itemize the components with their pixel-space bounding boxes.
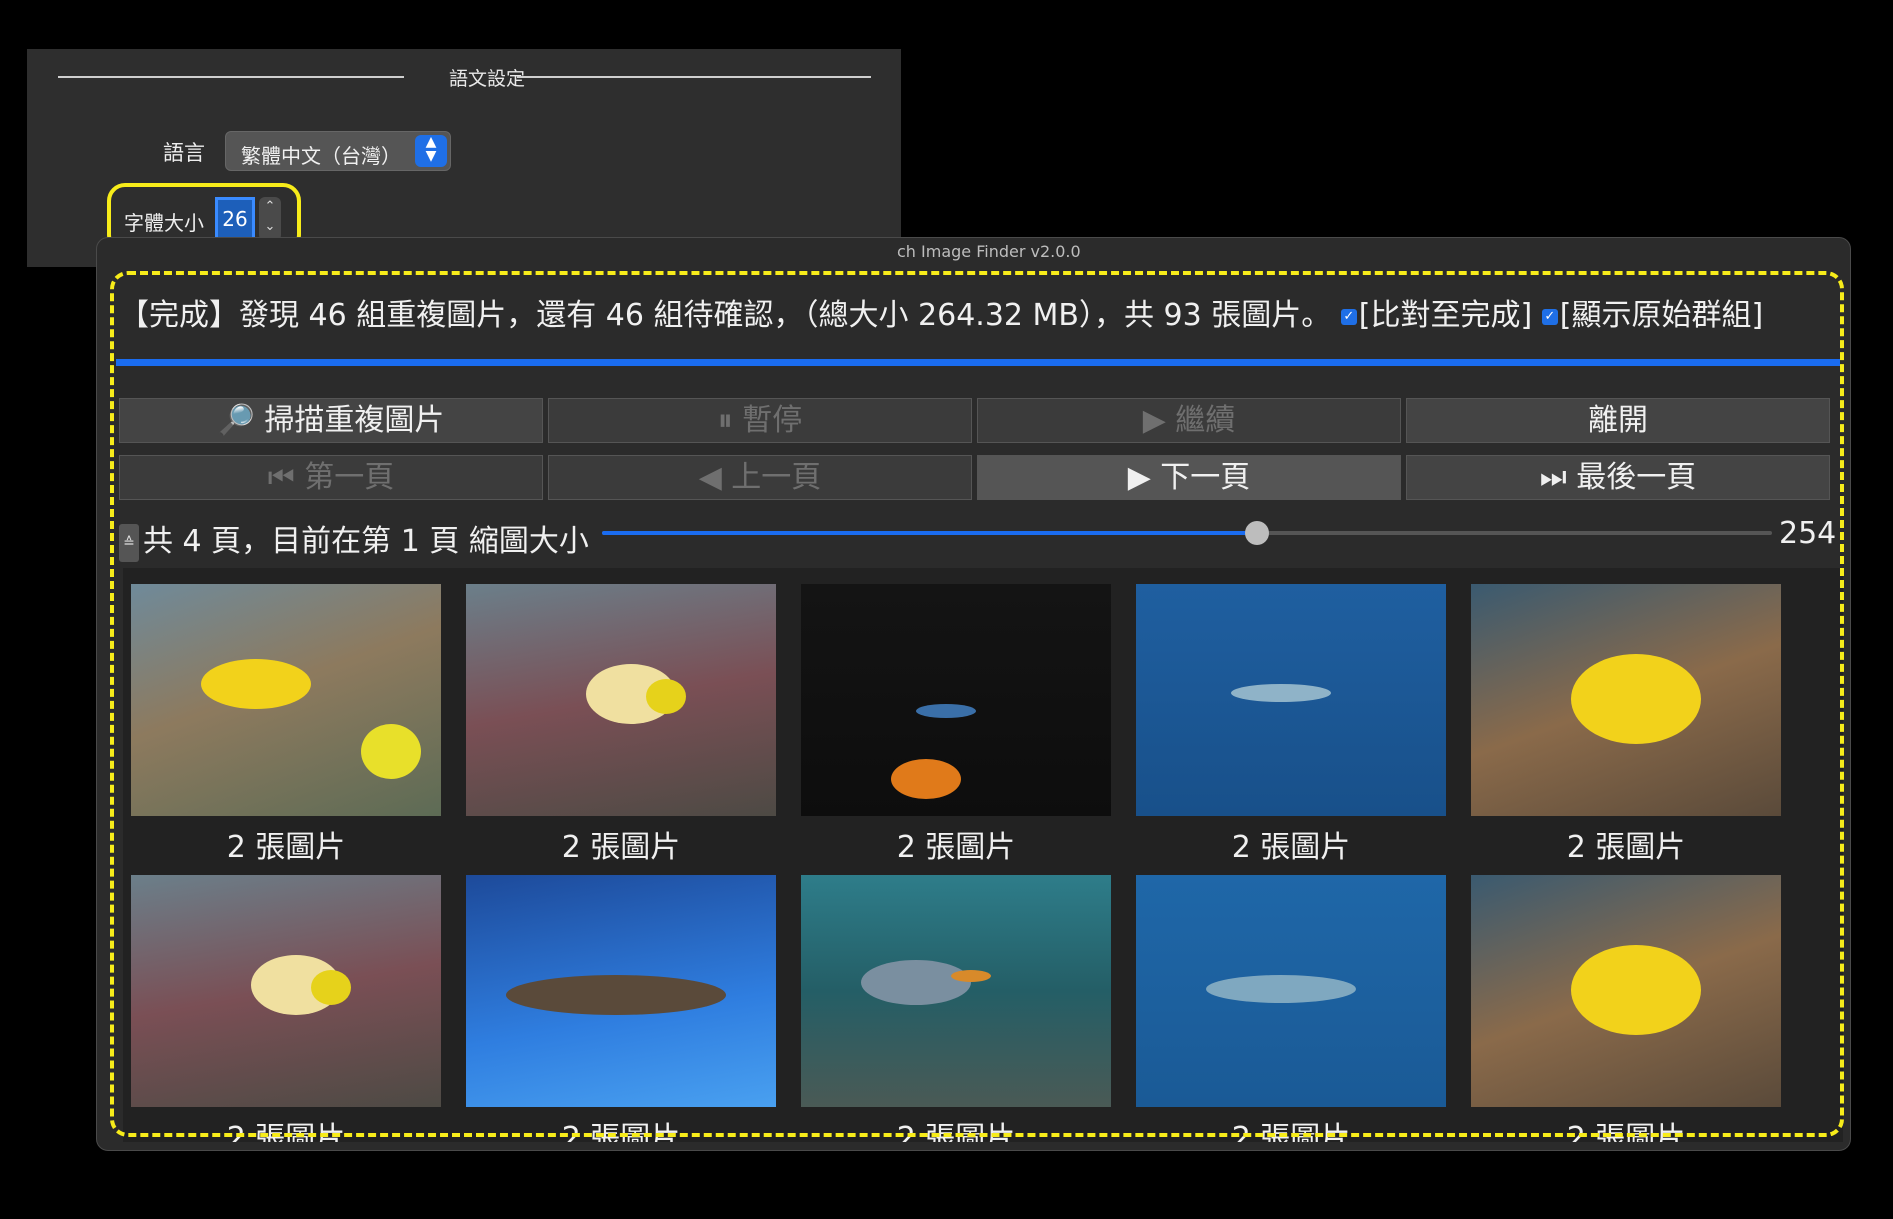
fish-shape (861, 960, 971, 1005)
fish-shape (1571, 945, 1701, 1035)
check-icon: ✓ (1541, 308, 1558, 325)
checkbox-label: [比對至完成] (1358, 298, 1533, 333)
thumbnail-tile[interactable]: 2 張圖片 (1136, 584, 1446, 866)
thumbnail-image[interactable] (1471, 875, 1781, 1107)
check-icon: ✓ (1340, 308, 1357, 325)
fish-shape (1571, 654, 1701, 744)
compare-to-completion-checkbox[interactable]: ✓ [比對至完成] (1340, 298, 1533, 333)
thumbnail-tile[interactable]: 2 張圖片 (131, 875, 441, 1142)
thumbnail-tile[interactable]: 2 張圖片 (131, 584, 441, 866)
scan-duplicates-button[interactable]: 🔎 掃描重複圖片 (119, 398, 543, 443)
page-info-text: 共 4 頁，目前在第 1 頁 縮圖大小 (143, 524, 589, 559)
fish-shape (361, 724, 421, 779)
fish-shape (1206, 975, 1356, 1003)
fish-shape (1231, 684, 1331, 702)
thumbnail-tile[interactable]: 2 張圖片 (1471, 584, 1781, 866)
thumbnail-image[interactable] (1136, 584, 1446, 816)
thumbnail-tile[interactable]: 2 張圖片 (466, 584, 776, 866)
chevron-down-icon[interactable]: ⌄ (265, 219, 276, 234)
thumbnail-caption: 2 張圖片 (896, 830, 1016, 865)
slider-fill (602, 531, 1258, 535)
fish-shape (916, 704, 976, 718)
page-info: ≙ 共 4 頁，目前在第 1 頁 縮圖大小 (119, 516, 589, 562)
thumbnail-caption: 2 張圖片 (896, 1121, 1016, 1142)
fish-shape (506, 975, 726, 1015)
page-stepper-icon[interactable]: ≙ (119, 523, 139, 562)
checkbox-label: [顯示原始群組] (1559, 298, 1764, 333)
thumbnail-tile[interactable]: 2 張圖片 (1471, 875, 1781, 1142)
language-select-value: 繁體中文（台灣） (241, 144, 401, 168)
thumbnail-caption: 2 張圖片 (1231, 830, 1351, 865)
main-window: ch Image Finder v2.0.0 【完成】發現 46 組重複圖片，還… (96, 237, 1851, 1151)
slider-thumb[interactable] (1245, 521, 1270, 545)
chevron-up-icon[interactable]: ⌃ (265, 199, 276, 214)
show-original-groups-checkbox[interactable]: ✓ [顯示原始群組] (1541, 298, 1764, 333)
thumbnail-image[interactable] (1136, 875, 1446, 1107)
thumbnail-caption: 2 張圖片 (561, 1121, 681, 1142)
chevron-up-down-icon: ▲ ▼ (415, 135, 447, 167)
exit-button[interactable]: 離開 (1406, 398, 1830, 443)
font-size-label: 字體大小 (124, 211, 204, 235)
thumbnail-tile[interactable]: 2 張圖片 (801, 875, 1111, 1142)
thumbnail-image[interactable] (1471, 584, 1781, 816)
thumbnail-grid: 2 張圖片 2 張圖片 2 張圖片 2 張圖片 2 張圖片 2 張圖片 2 張圖片 2 張圖片… (123, 568, 1843, 1142)
fish-shape (646, 679, 686, 714)
section-divider-right (517, 76, 871, 78)
thumbnail-image[interactable] (801, 584, 1111, 816)
thumbnail-tile[interactable]: 2 張圖片 (1136, 875, 1446, 1142)
thumbnail-caption: 2 張圖片 (226, 830, 346, 865)
pause-button[interactable]: ⏸ 暫停 (548, 398, 972, 443)
window-title: ch Image Finder v2.0.0 (897, 242, 1081, 261)
font-size-stepper[interactable]: ⌃ ⌄ (259, 197, 281, 241)
thumbnail-caption: 2 張圖片 (226, 1121, 346, 1142)
language-select[interactable]: 繁體中文（台灣） ▲ ▼ (225, 131, 451, 171)
language-settings-panel: 語文設定 語言 繁體中文（台灣） ▲ ▼ 字體大小 26 ⌃ ⌄ (27, 49, 901, 267)
resume-button[interactable]: ▶ 繼續 (977, 398, 1401, 443)
language-label: 語言 (163, 141, 205, 165)
status-text: 【完成】發現 46 組重複圖片，還有 46 組待確認，（總大小 264.32 M… (119, 298, 1332, 333)
thumbnail-tile[interactable]: 2 張圖片 (466, 875, 776, 1142)
font-size-field[interactable]: 26 (215, 197, 255, 241)
thumbnail-caption: 2 張圖片 (1566, 1121, 1686, 1142)
next-page-button[interactable]: ▶ 下一頁 (977, 455, 1401, 500)
status-bar: 【完成】發現 46 組重複圖片，還有 46 組待確認，（總大小 264.32 M… (119, 290, 1763, 334)
fish-shape (201, 659, 311, 709)
thumbnail-caption: 2 張圖片 (1566, 830, 1686, 865)
fish-shape (311, 970, 351, 1005)
thumbnail-tile[interactable]: 2 張圖片 (801, 584, 1111, 866)
thumbnail-caption: 2 張圖片 (1231, 1121, 1351, 1142)
thumbnail-image[interactable] (466, 584, 776, 816)
progress-bar (116, 359, 1840, 366)
thumbnail-image[interactable] (466, 875, 776, 1107)
section-divider-left (58, 76, 404, 78)
fish-shape (891, 759, 961, 799)
last-page-button[interactable]: ⏭ 最後一頁 (1406, 455, 1830, 500)
thumbnail-image[interactable] (131, 584, 441, 816)
thumbnail-size-slider[interactable] (602, 521, 1772, 545)
fish-shape (951, 970, 991, 982)
thumbnail-size-value: 254 (1779, 516, 1837, 551)
thumbnail-image[interactable] (801, 875, 1111, 1107)
previous-page-button[interactable]: ◀ 上一頁 (548, 455, 972, 500)
thumbnail-image[interactable] (131, 875, 441, 1107)
thumbnail-caption: 2 張圖片 (561, 830, 681, 865)
first-page-button[interactable]: ⏮ 第一頁 (119, 455, 543, 500)
